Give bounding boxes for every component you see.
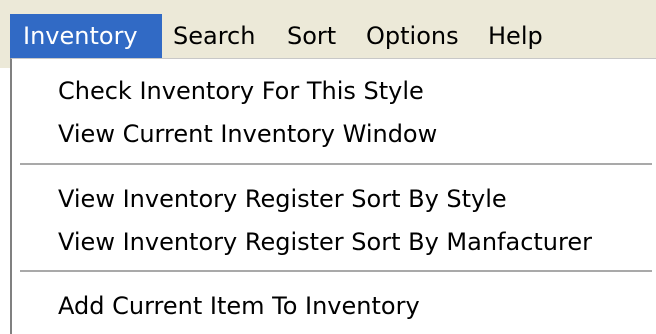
menu-item-view-register-by-style[interactable]: View Inventory Register Sort By Style	[58, 179, 507, 219]
menu-options[interactable]: Options	[366, 14, 459, 58]
menu-separator	[20, 163, 652, 166]
menu-help[interactable]: Help	[488, 14, 543, 58]
menu-item-view-register-by-manufacturer[interactable]: View Inventory Register Sort By Manfactu…	[58, 222, 592, 262]
menu-search[interactable]: Search	[173, 14, 255, 58]
inventory-dropdown-menu: Check Inventory For This Style View Curr…	[10, 58, 656, 334]
menu-sort[interactable]: Sort	[287, 14, 336, 58]
menu-item-check-inventory-for-style[interactable]: Check Inventory For This Style	[58, 71, 424, 111]
menu-item-add-current-item[interactable]: Add Current Item To Inventory	[58, 286, 420, 326]
menu-inventory[interactable]: Inventory	[10, 14, 162, 58]
menu-separator	[20, 270, 652, 273]
menu-item-view-current-inventory-window[interactable]: View Current Inventory Window	[58, 114, 437, 154]
